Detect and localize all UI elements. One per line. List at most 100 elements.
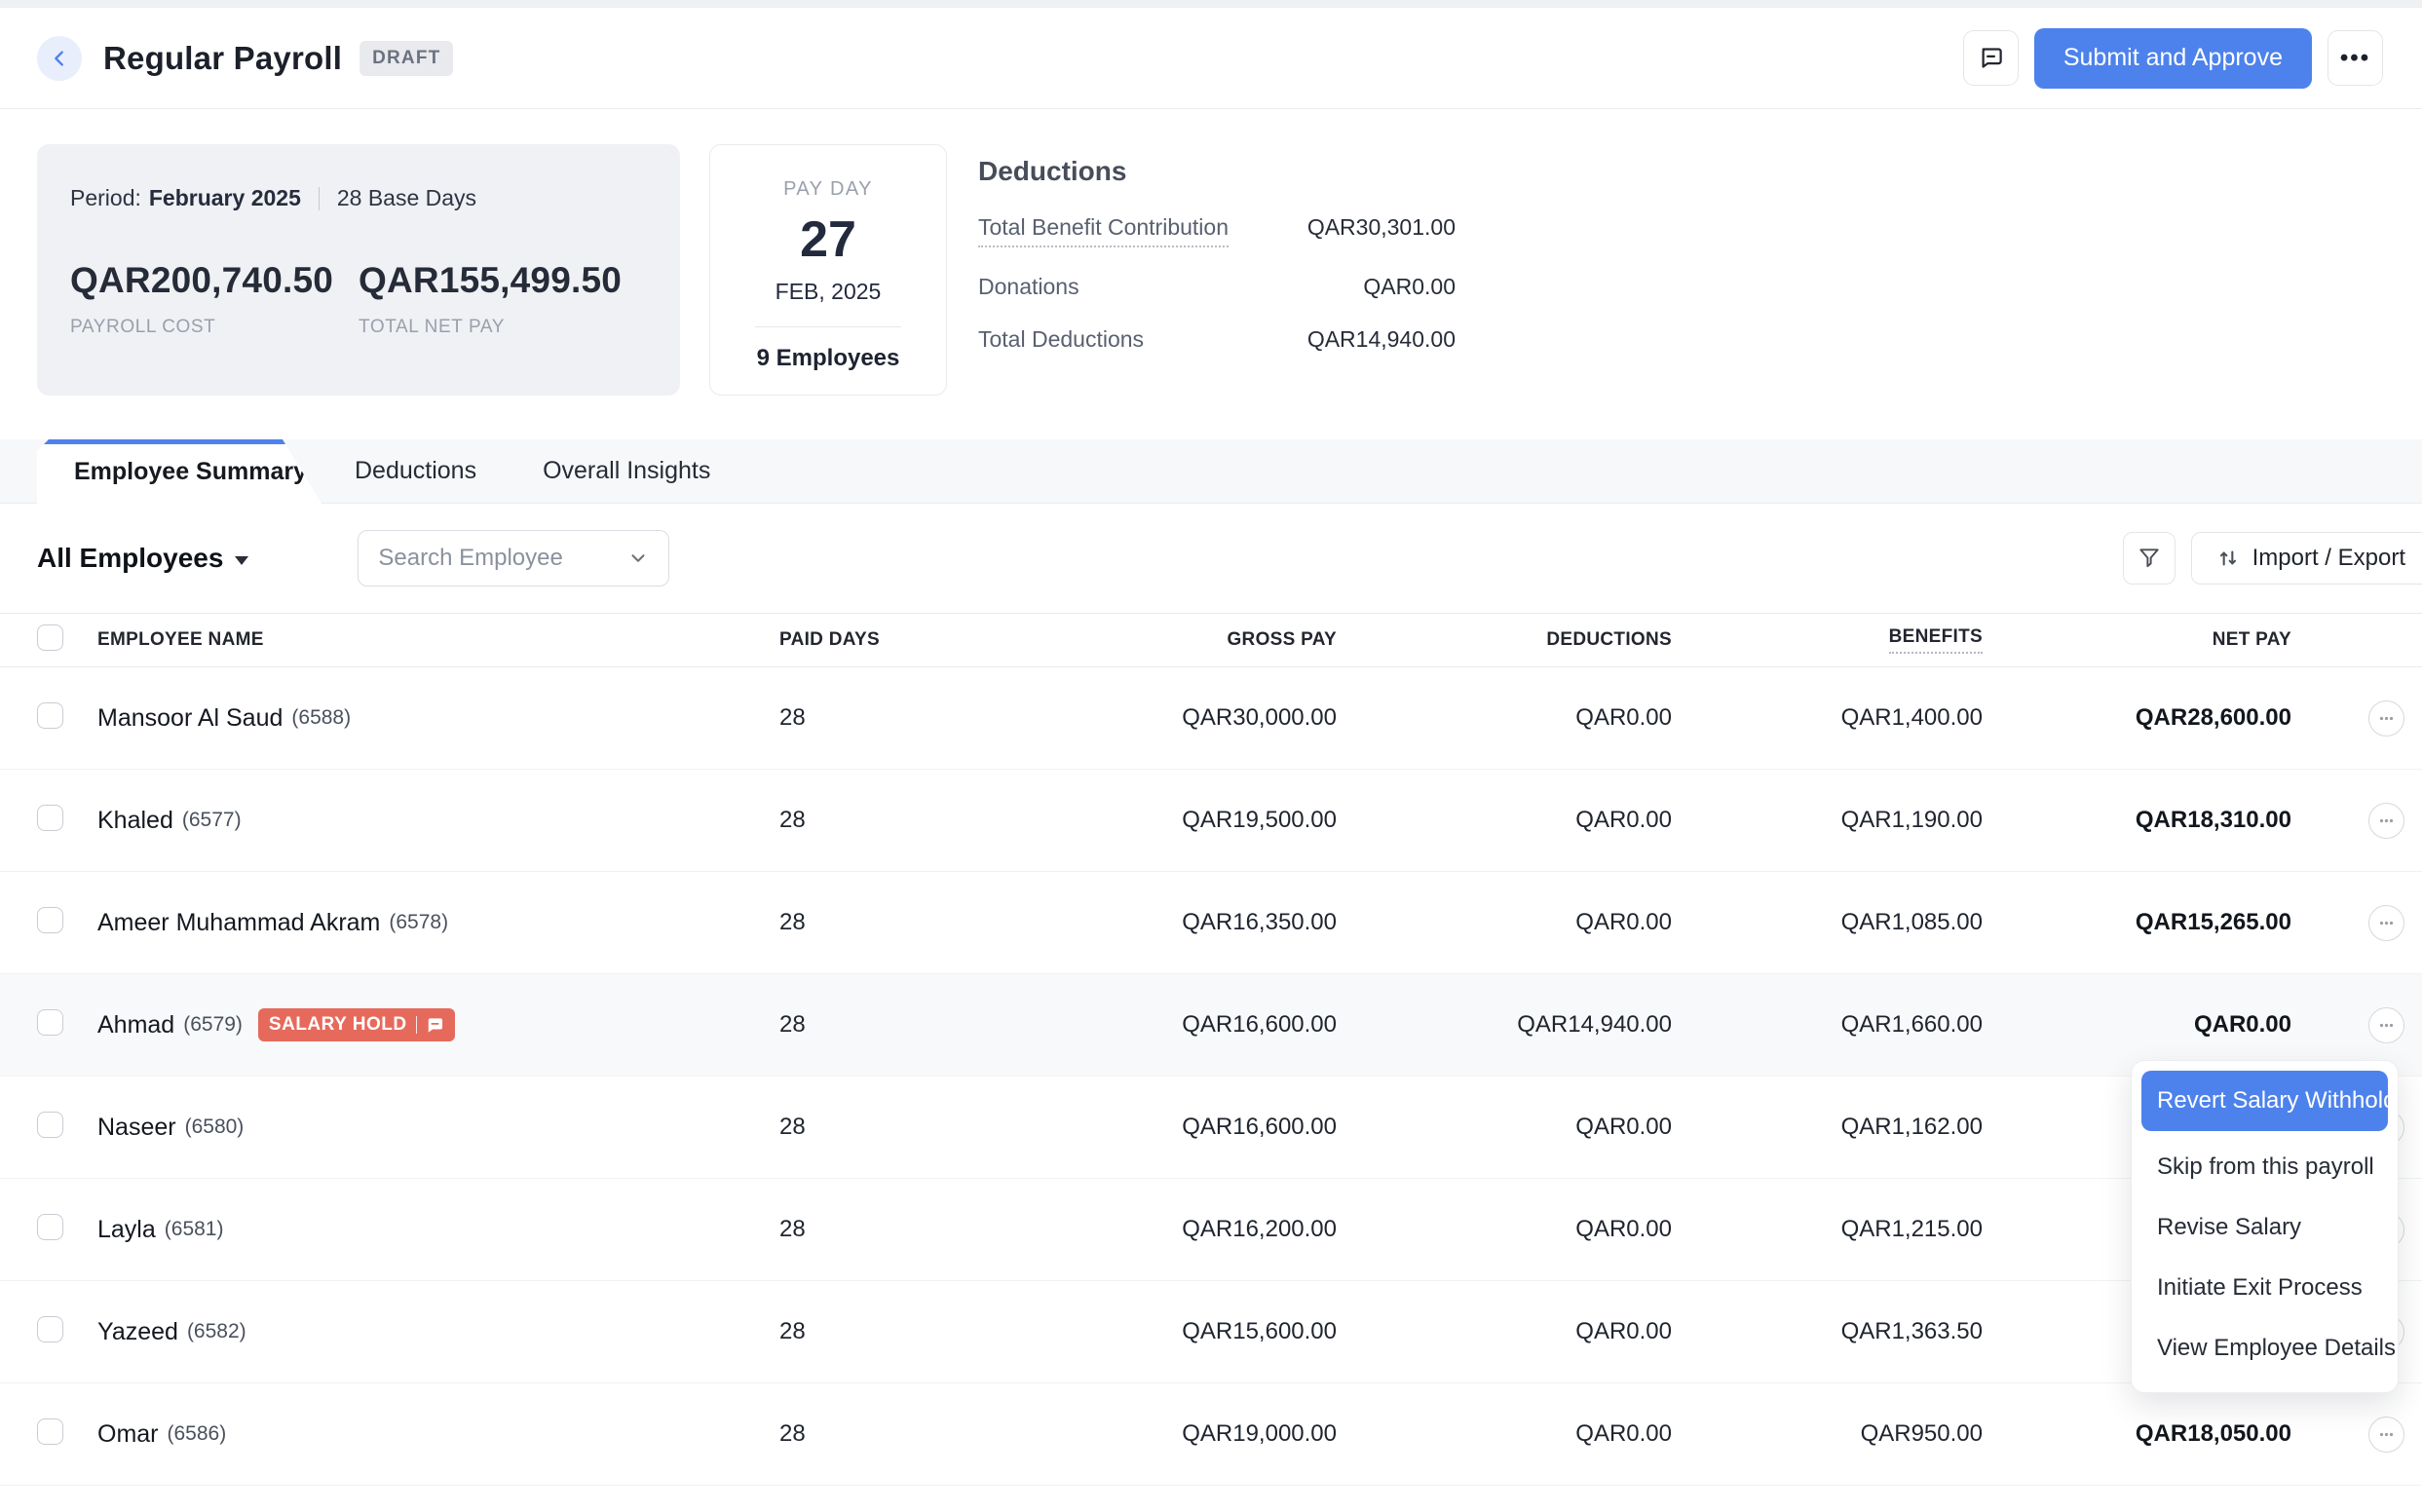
employee-name-cell: Omar (6586) [97,1420,779,1449]
row-checkbox[interactable] [37,1112,63,1138]
deduction-label[interactable]: Total Benefit Contribution [978,214,1229,247]
toolbar-right: Import / Export [2123,532,2422,585]
table-body: Mansoor Al Saud (6588) 28 QAR30,000.00 Q… [0,667,2422,1486]
context-menu-item[interactable]: View Employee Details [2141,1318,2388,1379]
employee-filter-dropdown[interactable]: All Employees [37,543,248,574]
select-all-checkbox[interactable] [37,624,63,651]
total-net-pay-block: QAR155,499.50 TOTAL NET PAY [359,260,647,338]
employee-name-cell: Naseer (6580) [97,1114,779,1142]
employee-table: EMPLOYEE NAME PAID DAYS GROSS PAY DEDUCT… [0,613,2422,1486]
period-value: February 2025 [149,185,301,211]
chevron-down-icon [627,548,649,569]
submit-and-approve-button[interactable]: Submit and Approve [2034,28,2312,89]
row-checkbox[interactable] [37,702,63,729]
employee-id: (6581) [165,1218,224,1241]
row-checkbox[interactable] [37,1214,63,1240]
table-toolbar: All Employees Search Employee Import / E… [0,504,2422,613]
tab-label: Overall Insights [543,457,710,485]
deductions-cell: QAR0.00 [1337,807,1672,834]
tab[interactable]: Deductions [322,439,510,503]
divider [319,187,320,210]
summary-section: Period: February 2025 28 Base Days QAR20… [0,109,2422,396]
deduction-label[interactable]: Total Deductions [978,326,1144,353]
deductions-cell: QAR0.00 [1337,704,1672,732]
row-actions-button[interactable] [2368,700,2404,737]
search-employee-select[interactable]: Search Employee [358,530,669,586]
deduction-row: Donations QAR0.00 [978,274,1456,300]
paid-days-cell: 28 [779,704,896,732]
employee-id: (6577) [182,809,242,832]
table-row[interactable]: Mansoor Al Saud (6588) 28 QAR30,000.00 Q… [0,667,2422,770]
column-deductions: DEDUCTIONS [1337,629,1672,651]
row-checkbox-cell [37,1112,97,1143]
row-checkbox[interactable] [37,805,63,831]
filter-button[interactable] [2123,532,2176,585]
payday-card: PAY DAY 27 FEB, 2025 9 Employees [709,144,947,396]
salary-hold-badge[interactable]: SALARY HOLD [258,1008,455,1041]
row-actions-cell [2291,1007,2422,1043]
employee-name: Ameer Muhammad Akram [97,909,380,937]
table-row[interactable]: Layla (6581) 28 QAR16,200.00 QAR0.00 QAR… [0,1179,2422,1281]
benefits-cell: QAR1,162.00 [1672,1114,1983,1141]
table-row[interactable]: Naseer (6580) 28 QAR16,600.00 QAR0.00 QA… [0,1077,2422,1179]
amounts: QAR200,740.50 PAYROLL COST QAR155,499.50… [70,260,647,338]
period-label: Period: [70,185,141,211]
more-actions-button[interactable]: ••• [2327,30,2383,86]
employee-name-cell: Layla (6581) [97,1216,779,1244]
row-checkbox[interactable] [37,907,63,933]
row-actions-button[interactable] [2368,803,2404,839]
payday-label: PAY DAY [710,178,946,201]
row-checkbox-cell [37,907,97,938]
paid-days-cell: 28 [779,909,896,936]
table-row[interactable]: Ahmad (6579) SALARY HOLD 28 QAR16,600. [0,974,2422,1077]
back-button[interactable] [37,36,82,81]
benefits-cell: QAR1,215.00 [1672,1216,1983,1243]
table-row[interactable]: Ameer Muhammad Akram (6578) 28 QAR16,350… [0,872,2422,974]
payday-month-year: FEB, 2025 [710,279,946,305]
table-row[interactable]: Yazeed (6582) 28 QAR15,600.00 QAR0.00 QA… [0,1281,2422,1383]
tab[interactable]: Overall Insights [510,439,743,503]
import-export-arrows-icon [2215,546,2241,571]
divider [416,1016,418,1034]
employee-name: Layla [97,1216,156,1244]
context-menu-item[interactable]: Revert Salary Withhold [2141,1071,2388,1131]
caret-down-icon [235,556,248,565]
row-checkbox-cell [37,1009,97,1040]
employee-id: (6586) [168,1422,227,1446]
context-menu-item[interactable]: Initiate Exit Process [2141,1258,2388,1318]
payroll-cost-value: QAR200,740.50 [70,260,359,301]
row-actions-button[interactable] [2368,905,2404,941]
employee-id: (6579) [183,1013,243,1037]
table-header: EMPLOYEE NAME PAID DAYS GROSS PAY DEDUCT… [0,613,2422,667]
row-checkbox[interactable] [37,1316,63,1342]
deduction-label[interactable]: Donations [978,274,1079,300]
import-export-button[interactable]: Import / Export [2191,532,2422,585]
row-actions-button[interactable] [2368,1007,2404,1043]
table-row[interactable]: Omar (6586) 28 QAR19,000.00 QAR0.00 QAR9… [0,1383,2422,1486]
tab[interactable]: Employee Summary [37,439,322,504]
chat-bubble-icon [426,1016,444,1035]
context-menu-item[interactable]: Revise Salary [2141,1197,2388,1258]
column-net-pay: NET PAY [1983,629,2291,651]
benefits-cell: QAR1,400.00 [1672,704,1983,732]
column-benefits[interactable]: BENEFITS [1889,626,1983,654]
deduction-value: QAR30,301.00 [1307,214,1456,241]
deductions-cell: QAR0.00 [1337,1114,1672,1141]
row-checkbox-cell [37,1418,97,1450]
total-net-pay-label: TOTAL NET PAY [359,317,647,338]
row-checkbox[interactable] [37,1009,63,1036]
context-menu-item[interactable]: Skip from this payroll [2141,1137,2388,1197]
employee-id: (6578) [389,911,448,934]
employee-name-cell: Ahmad (6579) SALARY HOLD [97,1008,779,1041]
import-export-label: Import / Export [2252,545,2405,572]
comments-button[interactable] [1963,30,2019,86]
ellipsis-icon [2379,818,2394,823]
page-title: Regular Payroll [103,40,342,77]
chevron-left-icon [49,48,70,69]
salary-hold-label: SALARY HOLD [269,1014,407,1036]
row-actions-button[interactable] [2368,1417,2404,1453]
table-row[interactable]: Khaled (6577) 28 QAR19,500.00 QAR0.00 QA… [0,770,2422,872]
row-checkbox[interactable] [37,1418,63,1445]
employee-id: (6588) [291,706,351,730]
paid-days-cell: 28 [779,1318,896,1345]
